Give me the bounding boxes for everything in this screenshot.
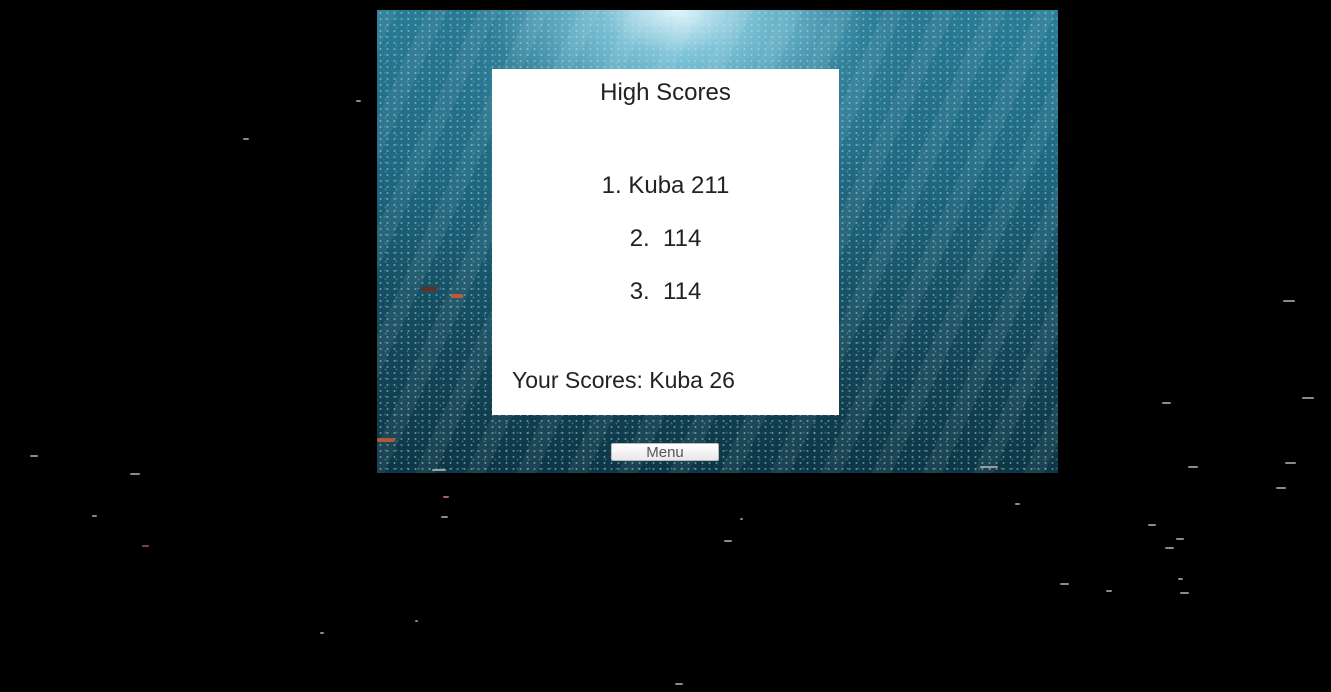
- debris-particle: [30, 455, 38, 457]
- debris-particle: [432, 469, 446, 471]
- debris-particle: [1176, 538, 1184, 540]
- debris-particle: [1060, 583, 1069, 585]
- debris-particle: [980, 466, 998, 468]
- debris-particle: [1015, 503, 1020, 505]
- score-entry-3: 3. 114: [629, 278, 702, 305]
- debris-particle: [1180, 592, 1189, 594]
- debris-particle: [320, 632, 324, 634]
- debris-particle: [675, 683, 683, 685]
- debris-particle: [740, 518, 743, 520]
- debris-particle: [1165, 547, 1174, 549]
- your-score-label: Your Scores: Kuba 26: [512, 367, 735, 393]
- debris-particle: [1178, 578, 1183, 580]
- fish-sprite: [377, 438, 395, 442]
- debris-particle: [415, 620, 418, 622]
- high-scores-panel: High Scores 1. Kuba 211 2. 114 3. 114 Yo…: [492, 69, 839, 415]
- score-entry-2: 2. 114: [629, 225, 702, 252]
- score-entry-1: 1. Kuba 211: [601, 172, 730, 199]
- debris-particle: [142, 545, 149, 547]
- debris-particle: [443, 496, 449, 498]
- debris-particle: [243, 138, 249, 140]
- debris-particle: [1283, 300, 1295, 302]
- high-scores-title: High Scores: [600, 79, 731, 106]
- debris-particle: [1106, 590, 1112, 592]
- debris-particle: [130, 473, 140, 475]
- debris-particle: [1285, 462, 1296, 464]
- debris-particle: [1148, 524, 1156, 526]
- debris-particle: [724, 540, 732, 542]
- debris-particle: [1188, 466, 1198, 468]
- debris-particle: [1302, 397, 1314, 399]
- debris-particle: [1162, 402, 1171, 404]
- fish-sprite: [451, 294, 463, 298]
- debris-particle: [356, 100, 361, 102]
- debris-particle: [1276, 487, 1286, 489]
- menu-button[interactable]: Menu: [611, 443, 719, 461]
- debris-particle: [92, 515, 97, 517]
- debris-particle: [441, 516, 448, 518]
- fish-sprite: [421, 287, 437, 291]
- game-screen: High Scores 1. Kuba 211 2. 114 3. 114 Yo…: [0, 0, 1331, 692]
